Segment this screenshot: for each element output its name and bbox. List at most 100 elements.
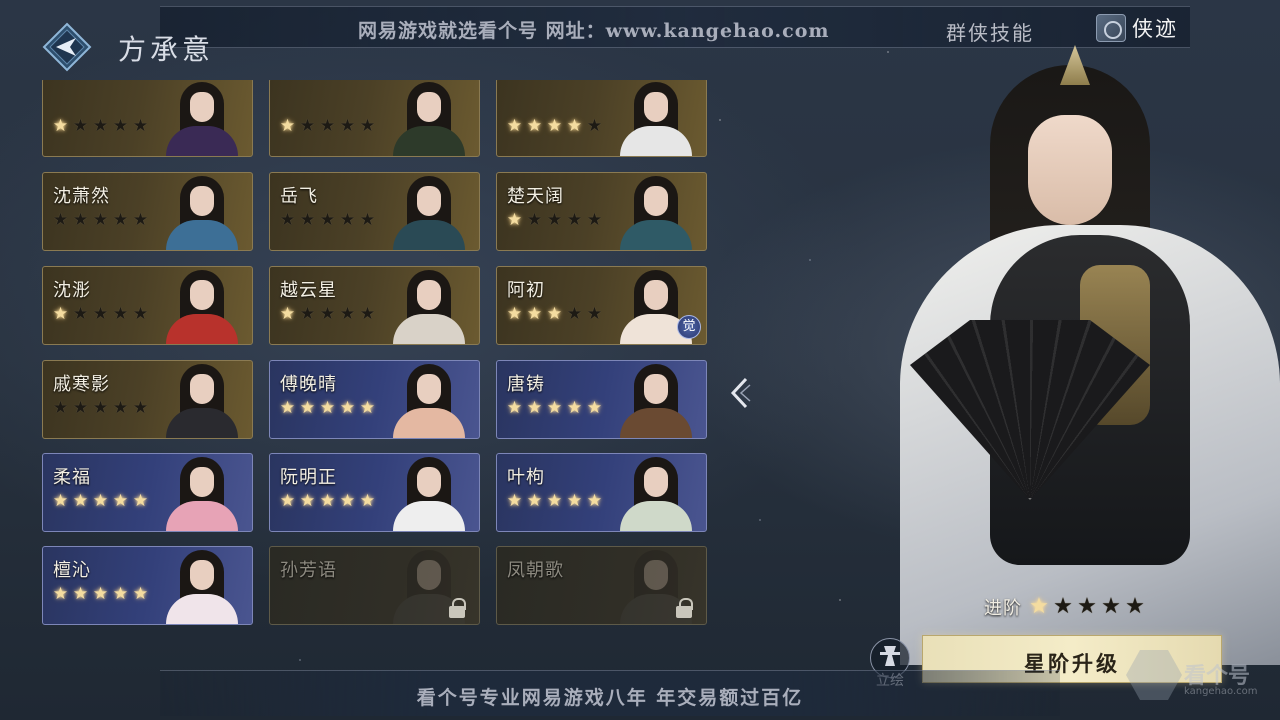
hero-card-stars: ★ ★ ★ ★ ★ — [506, 400, 603, 417]
star-icon: ★ — [52, 210, 69, 230]
star-icon: ★ — [546, 116, 563, 136]
hero-card-stars: ★ ★ ★ ★ ★ — [52, 212, 149, 229]
rank-row: 进阶 ★ ★ ★ ★ ★ — [984, 594, 1146, 620]
hero-card-name: 凤朝歌 — [507, 560, 564, 581]
top-banner: 网易游戏就选看个号 网址：www.kangehao.com 群侠技能 侠迹 — [160, 6, 1190, 48]
hero-card[interactable]: ★ ★ ★ ★ ★ — [42, 80, 253, 157]
star-icon: ★ — [112, 304, 129, 324]
hero-card-name: 戚寒影 — [53, 374, 110, 395]
star-icon: ★ — [132, 584, 149, 604]
hero-card-name: 楚天阔 — [507, 186, 564, 207]
star-icon: ★ — [72, 304, 89, 324]
star-icon: ★ — [566, 491, 583, 511]
star-icon: ★ — [586, 491, 603, 511]
hero-card-stars: ★ ★ ★ ★ ★ — [279, 400, 376, 417]
star-icon: ★ — [92, 398, 109, 418]
lock-icon — [676, 598, 693, 618]
hero-card-name: 唐铸 — [507, 374, 545, 395]
lock-icon — [449, 598, 466, 618]
hero-card-stars: ★ ★ ★ ★ ★ — [506, 118, 603, 135]
hero-card-stars: ★ ★ ★ ★ ★ — [506, 306, 603, 323]
star-icon: ★ — [586, 210, 603, 230]
hero-card[interactable]: 檀沁 ★ ★ ★ ★ ★ — [42, 546, 253, 625]
hero-card[interactable]: 戚寒影 ★ ★ ★ ★ ★ — [42, 360, 253, 439]
deeds-icon — [1096, 14, 1126, 42]
star-icon: ★ — [339, 116, 356, 136]
hero-card[interactable]: 叶枸 ★ ★ ★ ★ ★ — [496, 453, 707, 532]
watermark-text: 网易游戏就选看个号 网址：www.kangehao.com — [358, 20, 830, 42]
hero-card[interactable]: 唐铸 ★ ★ ★ ★ ★ — [496, 360, 707, 439]
star-icon: ★ — [339, 304, 356, 324]
hero-card[interactable]: 凤朝歌 — [496, 546, 707, 625]
star-icon: ★ — [92, 304, 109, 324]
star-icon: ★ — [279, 210, 296, 230]
hero-card[interactable]: 越云星 ★ ★ ★ ★ ★ — [269, 266, 480, 345]
star-icon: ★ — [359, 304, 376, 324]
star-icon: ★ — [566, 398, 583, 418]
hero-card-portrait — [385, 80, 473, 156]
back-button[interactable] — [42, 22, 92, 72]
star-icon: ★ — [586, 304, 603, 324]
hero-card[interactable]: 阿初 ★ ★ ★ ★ ★ 觉 — [496, 266, 707, 345]
hero-card-portrait — [385, 267, 473, 344]
star-icon: ★ — [279, 304, 296, 324]
hero-card[interactable]: ★ ★ ★ ★ ★ — [496, 80, 707, 157]
hero-card-name: 阿初 — [507, 280, 545, 301]
star-icon: ★ — [526, 491, 543, 511]
hero-card[interactable]: 柔福 ★ ★ ★ ★ ★ — [42, 453, 253, 532]
watermark-logo: 看个号 kangehao.com — [1122, 640, 1272, 710]
star-icon: ★ — [112, 584, 129, 604]
star-icon: ★ — [279, 398, 296, 418]
bottom-banner: 看个号专业网易游戏八年 年交易额过百亿 — [160, 670, 1060, 716]
hero-card-portrait — [158, 361, 246, 438]
star-icon: ★ — [339, 491, 356, 511]
star-icon: ★ — [319, 210, 336, 230]
star-icon: ★ — [586, 398, 603, 418]
hero-card-name: 傅晚晴 — [280, 374, 337, 395]
hero-roster-grid: ★ ★ ★ ★ ★ ★ ★ ★ ★ ★ ★ ★ ★ ★ ★ 沈萧然 ★ ★ ★ ★ ★ 岳飞 ★ ★ ★ ★ ★ 楚天阔 ★ ★ ★ ★ ★ 沈浵… — [42, 80, 708, 630]
hero-card-stars: ★ ★ ★ ★ ★ — [52, 118, 149, 135]
hero-card-name: 沈浵 — [53, 280, 91, 301]
star-icon: ★ — [72, 491, 89, 511]
star-icon: ★ — [279, 116, 296, 136]
star-icon: ★ — [586, 116, 603, 136]
star-icon: ★ — [339, 398, 356, 418]
hero-card-stars: ★ ★ ★ ★ ★ — [279, 212, 376, 229]
star-icon: ★ — [52, 304, 69, 324]
collapse-panel-button[interactable] — [728, 376, 752, 410]
hero-card-portrait — [385, 173, 473, 250]
tab-hero-deeds[interactable]: 侠迹 — [1096, 11, 1178, 45]
star-icon: ★ — [319, 304, 336, 324]
hero-card-portrait — [158, 547, 246, 624]
hero-card[interactable]: ★ ★ ★ ★ ★ — [269, 80, 480, 157]
star-icon: ★ — [1101, 594, 1121, 619]
hero-card-name: 沈萧然 — [53, 186, 110, 207]
hero-card-stars: ★ ★ ★ ★ ★ — [506, 493, 603, 510]
hero-card[interactable]: 岳飞 ★ ★ ★ ★ ★ — [269, 172, 480, 251]
star-icon: ★ — [339, 210, 356, 230]
tab-hero-deeds-label: 侠迹 — [1132, 17, 1178, 41]
star-icon: ★ — [566, 304, 583, 324]
star-icon: ★ — [526, 304, 543, 324]
star-icon: ★ — [319, 116, 336, 136]
star-icon: ★ — [546, 398, 563, 418]
hero-card[interactable]: 傅晚晴 ★ ★ ★ ★ ★ — [269, 360, 480, 439]
star-icon: ★ — [1125, 594, 1145, 619]
hero-card-stars: ★ ★ ★ ★ ★ — [52, 493, 149, 510]
hero-card-name: 越云星 — [280, 280, 337, 301]
star-icon: ★ — [319, 398, 336, 418]
hero-card[interactable]: 孙芳语 — [269, 546, 480, 625]
star-icon: ★ — [299, 116, 316, 136]
hero-card-stars: ★ ★ ★ ★ ★ — [279, 118, 376, 135]
hero-card[interactable]: 楚天阔 ★ ★ ★ ★ ★ — [496, 172, 707, 251]
tab-hero-skills[interactable]: 群侠技能 — [946, 17, 1034, 46]
hero-card[interactable]: 沈萧然 ★ ★ ★ ★ ★ — [42, 172, 253, 251]
star-icon: ★ — [92, 491, 109, 511]
star-icon: ★ — [506, 304, 523, 324]
hero-card[interactable]: 沈浵 ★ ★ ★ ★ ★ — [42, 266, 253, 345]
hero-portrait — [840, 45, 1280, 665]
hero-card-portrait — [158, 454, 246, 531]
star-icon: ★ — [52, 116, 69, 136]
hero-card[interactable]: 阮明正 ★ ★ ★ ★ ★ — [269, 453, 480, 532]
hero-card-portrait — [158, 173, 246, 250]
